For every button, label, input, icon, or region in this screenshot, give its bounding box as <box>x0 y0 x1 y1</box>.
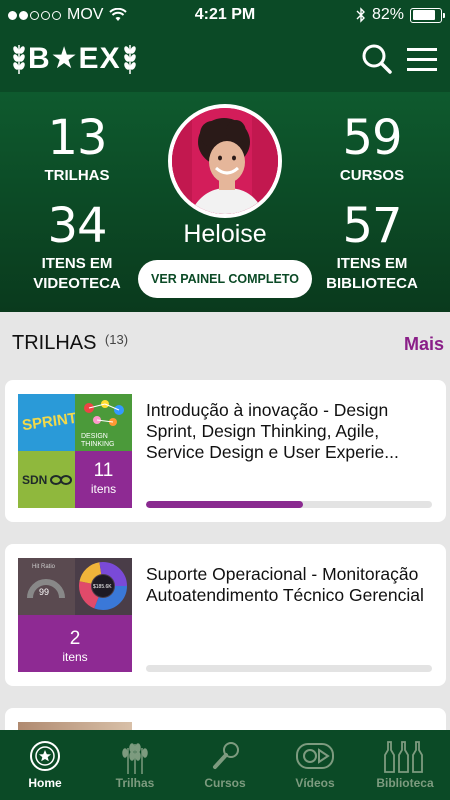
stat-biblioteca[interactable]: 57 ITENS EM BIBLIOTECA <box>307 202 437 294</box>
microphone-icon <box>213 742 239 769</box>
trail-progress-bar <box>146 665 432 672</box>
thumb-donut-chart: $185.6K <box>75 558 132 615</box>
svg-text:SDN: SDN <box>22 473 47 487</box>
user-photo <box>172 108 278 214</box>
menu-button[interactable] <box>405 42 439 76</box>
trail-progress-bar <box>146 501 432 508</box>
battery-icon <box>410 7 445 23</box>
stat-label: ITENS EM BIBLIOTECA <box>326 255 418 292</box>
bluetooth-icon <box>356 7 365 23</box>
stat-cursos[interactable]: 59 CURSOS <box>307 114 437 186</box>
trail-thumbnail: SPRINT DESIGN THINKING SDN 11 itens <box>18 394 132 508</box>
logo-text: B★EX <box>28 41 121 75</box>
section-title: TRILHAS <box>12 332 97 354</box>
stat-value: 13 <box>47 110 107 166</box>
wheat-logo-icon <box>123 45 136 74</box>
trail-card[interactable]: SPRINT DESIGN THINKING SDN 11 itens Intr… <box>5 380 446 522</box>
search-icon <box>362 44 392 74</box>
trail-title: Suporte Operacional - Monitoração Autoat… <box>146 564 424 605</box>
video-icon <box>296 743 334 769</box>
app-header: B★EX <box>0 30 450 92</box>
svg-text:99: 99 <box>39 587 49 597</box>
search-button[interactable] <box>360 42 394 76</box>
svg-text:DESIGN: DESIGN <box>81 433 108 440</box>
progress-fill <box>146 501 304 508</box>
item-count-badge: 2 itens <box>18 615 132 672</box>
nav-cursos[interactable]: Cursos <box>180 730 270 800</box>
nav-label: Vídeos <box>295 776 335 790</box>
stat-label: CURSOS <box>339 167 405 184</box>
svg-text:SPRINT: SPRINT <box>21 410 75 434</box>
user-name: Heloise <box>183 220 267 248</box>
nav-label: Home <box>28 776 62 790</box>
svg-text:$185.6K: $185.6K <box>93 584 112 590</box>
battery-percent: 82% <box>371 6 404 23</box>
menu-icon <box>407 48 437 71</box>
stat-videoteca[interactable]: 34 ITENS EM VIDEOTECA <box>12 202 142 294</box>
thumb-sdn: SDN <box>18 451 75 508</box>
app-logo: B★EX <box>12 40 137 76</box>
stat-label: TRILHAS <box>44 167 110 184</box>
profile-summary: 13 TRILHAS 59 CURSOS 34 ITENS EM VIDEOTE… <box>0 92 450 312</box>
trail-title: Introdução à inovação - Design Sprint, D… <box>146 400 399 462</box>
item-count: 11 <box>93 460 114 481</box>
trail-thumbnail: Hit Ratio 99 $185.6K 2 itens <box>18 558 132 672</box>
trails-section-header: TRILHAS (13) Mais <box>12 332 444 360</box>
home-badge-icon <box>30 741 60 771</box>
nav-label: Biblioteca <box>376 776 434 790</box>
avatar[interactable] <box>168 104 282 218</box>
item-count: 2 <box>69 628 81 649</box>
item-count-label: itens <box>90 482 117 496</box>
more-link[interactable]: Mais <box>404 334 444 355</box>
section-count: (13) <box>104 332 129 347</box>
nav-biblioteca[interactable]: Biblioteca <box>360 730 450 800</box>
svg-text:THINKING: THINKING <box>81 441 114 448</box>
stat-label: ITENS EM VIDEOTECA <box>33 255 121 292</box>
nav-videos[interactable]: Vídeos <box>270 730 360 800</box>
bottles-icon <box>384 741 423 773</box>
nav-label: Trilhas <box>115 776 155 790</box>
wheat-icon <box>122 743 148 774</box>
stat-value: 59 <box>342 110 402 166</box>
nav-label: Cursos <box>204 776 246 790</box>
thumb-sprint: SPRINT <box>18 394 78 451</box>
nav-home[interactable]: Home <box>0 730 90 800</box>
item-count-label: itens <box>62 650 88 664</box>
stat-trilhas[interactable]: 13 TRILHAS <box>12 114 142 186</box>
bottom-nav: Home Trilhas Cursos Vídeos Biblioteca <box>0 730 450 800</box>
view-full-panel-button[interactable]: VER PAINEL COMPLETO <box>138 260 312 298</box>
trail-card[interactable]: Hit Ratio 99 $185.6K 2 itens Suporte Ope… <box>5 544 446 686</box>
wheat-logo-icon <box>13 45 25 74</box>
svg-text:Hit Ratio: Hit Ratio <box>32 564 56 570</box>
stat-value: 34 <box>47 198 107 254</box>
thumb-design-thinking: DESIGN THINKING <box>75 394 132 451</box>
thumb-hit-ratio: Hit Ratio 99 <box>18 558 75 615</box>
item-count-badge: 11 itens <box>75 451 132 508</box>
status-bar: MOV 4:21 PM 82% <box>0 0 450 30</box>
nav-trilhas[interactable]: Trilhas <box>90 730 180 800</box>
stat-value: 57 <box>342 198 402 254</box>
